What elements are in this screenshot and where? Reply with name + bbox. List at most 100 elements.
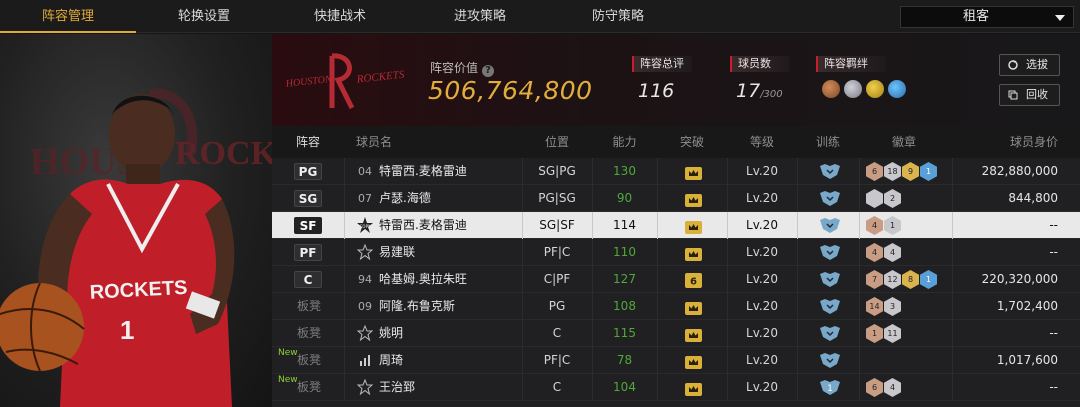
bench-slot: 板凳 [296, 326, 321, 340]
breakthrough-crown-icon[interactable] [685, 327, 702, 342]
tab-defense[interactable]: 防守策略 [550, 0, 686, 33]
player-name[interactable]: 周琦 [379, 347, 403, 374]
player-ability: 114 [613, 218, 636, 232]
bond-bronze-icon[interactable] [822, 80, 840, 98]
badge-list[interactable]: 7 12 8 1 [866, 270, 937, 289]
badge-list[interactable]: 41 [866, 216, 901, 235]
column-divider [952, 347, 953, 374]
badge-hex-icon: 12 [884, 270, 901, 289]
player-position: SG|PG [538, 164, 576, 178]
player-position: PF|C [543, 353, 571, 367]
badge-list[interactable]: 44 [866, 243, 901, 262]
player-ability: 78 [616, 353, 633, 367]
column-divider [859, 320, 860, 347]
jersey-number: 94 [358, 273, 372, 286]
bond-icons[interactable] [816, 80, 906, 98]
player-value: 1,017,600 [996, 353, 1058, 367]
table-row[interactable]: PG 04 特雷西.麦格雷迪 SG|PG 130 Lv.20 6 18 9 1 282,880,00… [272, 158, 1080, 185]
tenant-dropdown[interactable]: 租客 [900, 6, 1074, 28]
overall-label: 阵容总评 [632, 56, 692, 72]
badge-list[interactable]: 1 11 [866, 324, 901, 343]
tab-offense[interactable]: 进攻策略 [412, 0, 548, 33]
tab-rotation[interactable]: 轮换设置 [136, 0, 272, 33]
table-row[interactable]: 板凳 姚明 C 115 Lv.20 1 11 -- [272, 320, 1080, 347]
training-icon[interactable] [820, 191, 840, 206]
column-divider [344, 347, 345, 374]
badge-hex-icon: 3 [884, 297, 901, 316]
player-position: SG|SF [539, 218, 575, 232]
training-icon[interactable] [820, 218, 840, 233]
player-ability: 115 [613, 326, 636, 340]
bond-diamond-icon[interactable] [888, 80, 906, 98]
breakthrough-crown-icon[interactable]: 6 [685, 273, 702, 288]
column-divider [657, 266, 658, 293]
table-row[interactable]: SG 07 卢瑟.海德 PG|SG 90 Lv.20 2 844,800 [272, 185, 1080, 212]
training-icon[interactable] [820, 353, 840, 368]
recall-button[interactable]: 回收 [999, 84, 1060, 106]
badge-list[interactable]: 14 3 [866, 297, 901, 316]
badge-list[interactable]: 2 [866, 189, 901, 208]
table-row[interactable]: C 94 哈基姆.奥拉朱旺 C|PF 127 6 Lv.20 7 12 8 1 220,320,000 [272, 266, 1080, 293]
star-icon [355, 374, 375, 405]
player-name[interactable]: 易建联 [379, 239, 415, 266]
training-icon[interactable] [820, 272, 840, 287]
column-divider [657, 320, 658, 347]
tab-lineup[interactable]: 阵容管理 [0, 0, 136, 33]
table-row[interactable]: New 板凳 王治郅 C 104 Lv.20 1 6 4 -- [272, 374, 1080, 401]
table-header: 阵容 球员名 位置 能力 突破 等级 训练 徽章 球员身价 [272, 126, 1080, 158]
badge-hex-icon: 4 [884, 378, 901, 397]
breakthrough-crown-icon[interactable] [685, 219, 702, 234]
slot-badge: PF [294, 244, 322, 261]
breakthrough-crown-icon[interactable] [685, 165, 702, 180]
column-divider [952, 374, 953, 401]
player-name[interactable]: 特雷西.麦格雷迪 [379, 158, 467, 185]
training-icon[interactable] [820, 299, 840, 314]
table-row[interactable]: New 板凳 周琦 PF|C 78 Lv.20 1,017,600 [272, 347, 1080, 374]
player-name[interactable]: 特雷西.麦格雷迪 [379, 212, 467, 239]
players-label: 球员数 [730, 56, 790, 72]
player-name[interactable]: 阿隆.布鲁克斯 [379, 293, 455, 320]
table-row[interactable]: SF COPY 特雷西.麦格雷迪 SG|SF 114 Lv.20 4 1 -- [272, 212, 1080, 239]
chevron-down-icon [1055, 15, 1065, 21]
player-name[interactable]: 哈基姆.奥拉朱旺 [379, 266, 467, 293]
column-divider [859, 374, 860, 401]
pick-button[interactable]: 选拔 [999, 54, 1060, 76]
breakthrough-crown-icon[interactable] [685, 300, 702, 315]
player-position: PG [548, 299, 566, 313]
player-level: Lv.20 [746, 353, 778, 367]
player-level: Lv.20 [746, 164, 778, 178]
bond-silver-icon[interactable] [844, 80, 862, 98]
overall-stat: 阵容总评 116 [632, 56, 692, 102]
bond-gold-icon[interactable] [866, 80, 884, 98]
breakthrough-crown-icon[interactable] [685, 381, 702, 396]
player-value: 1,702,400 [996, 299, 1058, 313]
training-icon[interactable] [820, 245, 840, 260]
column-divider [859, 347, 860, 374]
header-position: 位置 [544, 135, 569, 149]
breakthrough-crown-icon[interactable] [685, 192, 702, 207]
training-icon[interactable] [820, 164, 840, 179]
svg-text:1: 1 [827, 384, 833, 394]
training-icon[interactable] [820, 326, 840, 341]
player-level: Lv.20 [746, 299, 778, 313]
column-divider [952, 239, 953, 266]
copy-icon [1008, 90, 1018, 100]
badge-list[interactable]: 64 [866, 378, 901, 397]
column-divider [797, 320, 798, 347]
player-ability: 90 [616, 191, 633, 205]
player-name[interactable]: 卢瑟.海德 [379, 185, 431, 212]
breakthrough-crown-icon[interactable] [685, 354, 702, 369]
badge-hex-icon: 9 [902, 162, 919, 181]
badge-hex-icon: 6 [866, 162, 883, 181]
bench-slot: 板凳 [296, 353, 321, 367]
table-row[interactable]: PF 易建联 PF|C 110 Lv.20 4 4 -- [272, 239, 1080, 266]
column-divider [657, 212, 658, 239]
table-row[interactable]: 板凳 09 阿隆.布鲁克斯 PG 108 Lv.20 14 3 1,702,400 [272, 293, 1080, 320]
badge-list[interactable]: 6 18 9 1 [866, 162, 937, 181]
tab-quick-tactics[interactable]: 快捷战术 [272, 0, 408, 33]
player-name[interactable]: 王治郅 [379, 374, 415, 401]
breakthrough-crown-icon[interactable] [685, 246, 702, 261]
column-divider [859, 266, 860, 293]
training-icon[interactable]: 1 [820, 380, 840, 395]
player-name[interactable]: 姚明 [379, 320, 403, 347]
